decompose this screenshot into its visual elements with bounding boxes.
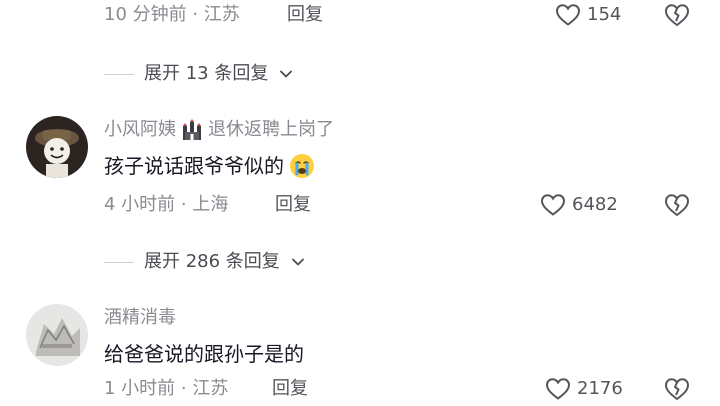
avatar-image (26, 304, 88, 366)
expand-replies-2[interactable]: 展开 286 条回复 (104, 250, 306, 274)
comment-1-dislike-button[interactable] (664, 2, 690, 32)
comment-1-meta: 10 分钟前 · 江苏 (104, 4, 240, 25)
chevron-down-icon (280, 70, 293, 78)
comment-2-like-button[interactable]: 6482 (540, 193, 618, 217)
divider-line (104, 261, 134, 263)
comment-2-dislike-button[interactable] (664, 192, 690, 222)
comment-2-text: 孩子说话跟爷爷似的 (104, 154, 284, 178)
broken-heart-icon (664, 4, 690, 27)
comment-2-like-count: 6482 (572, 194, 618, 215)
comment-3-username[interactable]: 酒精消毒 (104, 306, 176, 330)
crying-face-icon (290, 154, 314, 178)
comment-2-meta: 4 小时前 · 上海 (104, 194, 229, 215)
comment-3-text: 给爸爸说的跟孙子是的 (104, 342, 304, 366)
expand-replies-2-label: 展开 286 条回复 (144, 251, 280, 272)
expand-replies-1-label: 展开 13 条回复 (144, 63, 269, 84)
chevron-down-icon (291, 258, 304, 266)
comment-2-username[interactable]: 小风阿姨 (104, 118, 176, 142)
comment-3-reply-button[interactable]: 回复 (272, 377, 308, 401)
avatar-image (26, 116, 88, 178)
comment-3-like-count: 2176 (577, 378, 623, 399)
castle-badge-icon (183, 119, 201, 140)
avatar[interactable] (26, 116, 88, 178)
avatar[interactable] (26, 304, 88, 366)
comment-3-dislike-button[interactable] (664, 376, 690, 406)
broken-heart-icon (664, 194, 690, 217)
heart-icon (545, 378, 571, 400)
heart-icon (540, 194, 566, 216)
comment-3-meta: 1 小时前 · 江苏 (104, 378, 229, 399)
heart-icon (555, 4, 581, 26)
divider-line (104, 73, 134, 75)
comment-1-like-count: 154 (587, 4, 622, 25)
comment-3-like-button[interactable]: 2176 (545, 377, 623, 401)
comment-1-reply-button[interactable]: 回复 (287, 3, 323, 27)
comment-2-badge-text: 退休返聘上岗了 (208, 119, 334, 140)
comment-2-reply-button[interactable]: 回复 (275, 193, 311, 217)
expand-replies-1[interactable]: 展开 13 条回复 (104, 62, 294, 86)
broken-heart-icon (664, 378, 690, 401)
comment-1-like-button[interactable]: 154 (555, 3, 621, 27)
